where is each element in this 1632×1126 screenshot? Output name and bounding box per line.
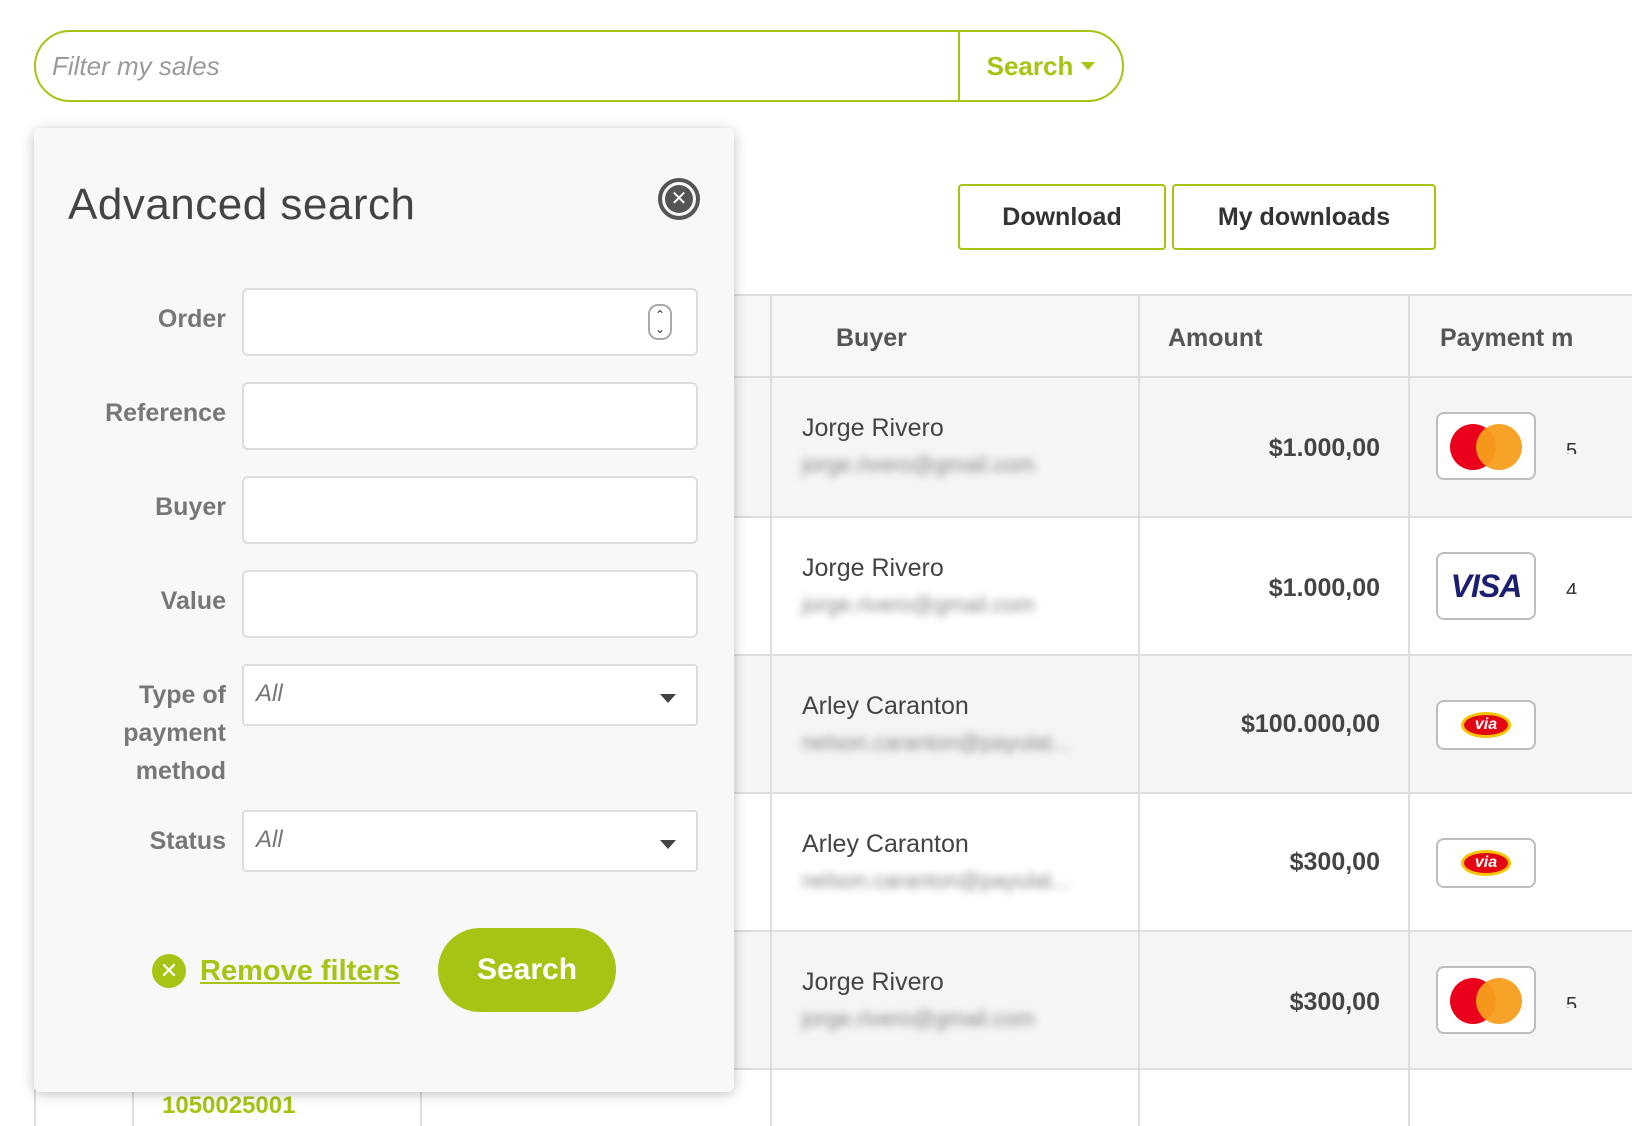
buyer-label: Buyer: [155, 493, 226, 521]
filter-bar: Search: [34, 30, 1124, 102]
order-number[interactable]: 1050025001: [162, 1092, 295, 1120]
close-circle-icon[interactable]: ✕: [658, 178, 700, 220]
amount: $100.000,00: [1240, 710, 1380, 738]
header-buyer: Buyer: [836, 324, 907, 352]
chevron-down-icon: [660, 694, 676, 703]
amount: $1.000,00: [1268, 434, 1380, 462]
filter-search-button[interactable]: Search: [958, 32, 1122, 100]
amount: $1.000,00: [1268, 574, 1380, 602]
payment-type-select[interactable]: All: [242, 664, 698, 726]
remove-filters-link[interactable]: ✕ Remove filters: [152, 954, 400, 988]
remove-filters-label: Remove filters: [200, 954, 400, 987]
mastercard-icon: [1436, 412, 1536, 480]
buyer-name: Jorge Rivero: [802, 414, 944, 442]
filter-search-label: Search: [986, 50, 1074, 81]
reference-label: Reference: [105, 399, 226, 427]
number-stepper-icon[interactable]: ⌃ ⌄: [648, 304, 672, 340]
mastercard-icon: [1436, 966, 1536, 1034]
remove-circle-icon: ✕: [152, 954, 186, 988]
download-button[interactable]: Download: [958, 184, 1166, 250]
buyer-name: Jorge Rivero: [802, 968, 944, 996]
buyer-email: jorge.rivero@gmail.com: [802, 452, 1035, 477]
chevron-down-icon: [660, 840, 676, 849]
payment-detail: 5: [1566, 440, 1578, 454]
column-divider: [1138, 296, 1140, 1126]
header-amount: Amount: [1168, 324, 1263, 352]
buyer-name: Arley Caranton: [802, 830, 969, 858]
advanced-search-panel: Advanced search ✕ Order ⌃ ⌄ Reference Buy…: [34, 128, 734, 1092]
buyer-email: nelson.caranton@payulat...: [802, 730, 1071, 755]
my-downloads-button[interactable]: My downloads: [1172, 184, 1436, 250]
buyer-email: nelson.caranton@payulat...: [802, 868, 1071, 893]
via-icon: via: [1436, 700, 1536, 750]
buyer-name: Arley Caranton: [802, 692, 969, 720]
buyer-name: Jorge Rivero: [802, 554, 944, 582]
visa-icon: VISA: [1436, 552, 1536, 620]
amount: $300,00: [1289, 848, 1380, 876]
status-label: Status: [149, 827, 226, 855]
payment-detail: 4: [1566, 580, 1578, 594]
column-divider: [770, 296, 772, 1126]
status-value: All: [256, 826, 283, 853]
payment-type-value: All: [256, 680, 283, 707]
amount: $300,00: [1289, 988, 1380, 1016]
status-select[interactable]: All: [242, 810, 698, 872]
filter-input[interactable]: [36, 32, 958, 100]
order-label: Order: [157, 305, 226, 333]
value-field[interactable]: [242, 570, 698, 638]
advanced-search-button[interactable]: Search: [438, 928, 616, 1012]
payment-detail: 5: [1566, 994, 1578, 1008]
header-payment-method: Payment m: [1440, 324, 1574, 352]
panel-title: Advanced search: [68, 180, 416, 229]
column-divider: [1408, 296, 1410, 1126]
chevron-down-icon: [1081, 62, 1096, 70]
value-label: Value: [160, 587, 226, 615]
reference-field[interactable]: [242, 382, 698, 450]
via-icon: via: [1436, 838, 1536, 888]
buyer-field[interactable]: [242, 476, 698, 544]
order-field[interactable]: [242, 288, 698, 356]
buyer-email: jorge.rivero@gmail.com: [802, 592, 1035, 617]
payment-type-label: Type of payment method: [123, 681, 226, 785]
buyer-email: jorge.rivero@gmail.com: [802, 1006, 1035, 1031]
